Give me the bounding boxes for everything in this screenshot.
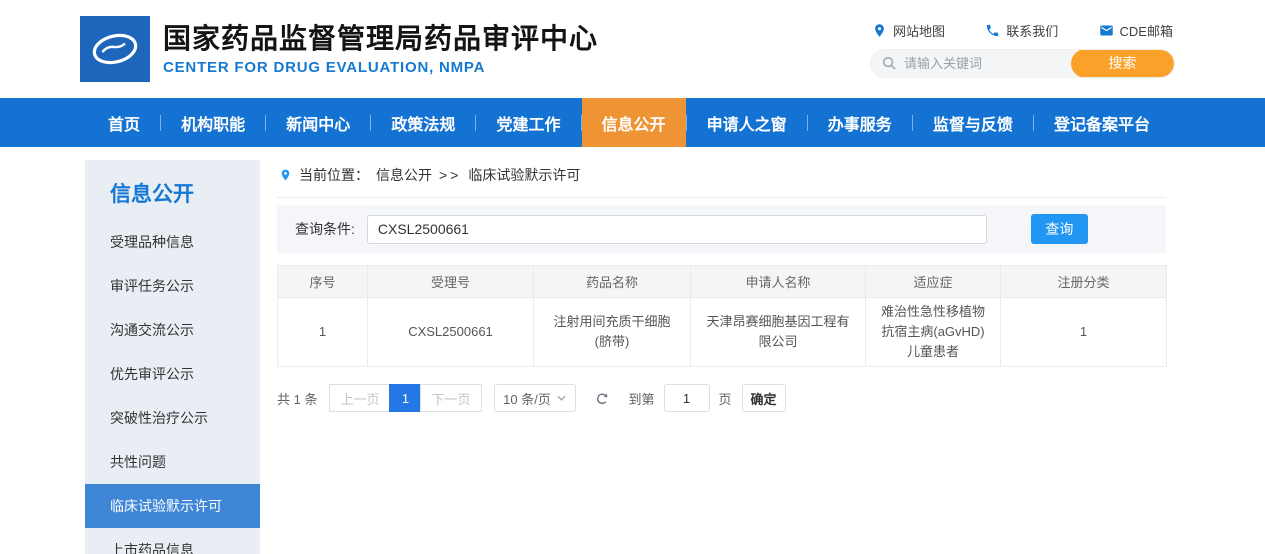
mail-icon [1099,23,1114,38]
goto-page-input[interactable] [664,384,710,412]
refresh-button[interactable] [594,390,611,407]
goto-page-label: 到第 [629,389,655,408]
breadcrumb: 当前位置： 信息公开 >> 临床试验默示许可 [277,160,1166,198]
sidebar-item-priority-review[interactable]: 优先审评公示 [85,352,260,396]
sidebar-item-breakthrough-therapy[interactable]: 突破性治疗公示 [85,396,260,440]
nav-item-functions[interactable]: 机构职能 [161,98,265,147]
sidebar-item-communication[interactable]: 沟通交流公示 [85,308,260,352]
query-bar: 查询条件: 查询 [277,205,1166,253]
site-header: 国家药品监督管理局药品审评中心 CENTER FOR DRUG EVALUATI… [0,0,1265,98]
pagination-group: 上一页 1 下一页 [329,384,481,412]
results-table: 序号 受理号 药品名称 申请人名称 适应症 注册分类 1 CXSL2500661… [277,265,1167,367]
col-header-drug-name: 药品名称 [534,266,691,298]
nav-item-services[interactable]: 办事服务 [808,98,912,147]
goto-page-suffix: 页 [719,389,732,408]
site-search-button[interactable]: 搜索 [1071,49,1174,78]
site-title: 国家药品监督管理局药品审评中心 [163,22,598,56]
page-size-value: 10 条/页 [503,389,551,408]
sidebar-item-marketed-drugs[interactable]: 上市药品信息 [85,528,260,554]
nav-item-supervision-feedback[interactable]: 监督与反馈 [913,98,1033,147]
cell-registration-class: 1 [1001,298,1167,367]
quick-links: 网站地图 联系我们 CDE邮箱 [870,21,1175,40]
brand: 国家药品监督管理局药品审评中心 CENTER FOR DRUG EVALUATI… [80,16,598,82]
site-subtitle: CENTER FOR DRUG EVALUATION, NMPA [163,59,598,76]
sidebar-title: 信息公开 [85,178,260,208]
breadcrumb-current: 临床试验默示许可 [468,165,580,185]
query-input[interactable] [367,215,987,244]
chevron-down-icon [557,395,566,401]
col-header-acceptance-no: 受理号 [368,266,534,298]
nav-item-applicant-window[interactable]: 申请人之窗 [687,98,807,147]
cde-mail-link[interactable]: CDE邮箱 [1099,21,1173,40]
breadcrumb-section[interactable]: 信息公开 [376,165,432,185]
col-header-indication: 适应症 [866,266,1001,298]
goto-confirm-button[interactable]: 确定 [742,384,786,412]
site-search-input[interactable] [896,56,1071,71]
search-icon [882,56,896,70]
contact-label: 联系我们 [1006,21,1058,40]
header-right: 网站地图 联系我们 CDE邮箱 搜索 [870,21,1175,78]
location-pin-icon [872,23,887,38]
cell-seq: 1 [278,298,368,367]
col-header-registration-class: 注册分类 [1001,266,1167,298]
table-header-row: 序号 受理号 药品名称 申请人名称 适应症 注册分类 [278,266,1167,298]
breadcrumb-separator: >> [439,167,461,183]
pagination: 共 1 条 上一页 1 下一页 10 条/页 到第 页 [277,384,1166,412]
content: 信息公开 受理品种信息 审评任务公示 沟通交流公示 优先审评公示 突破性治疗公示… [0,160,1265,554]
col-header-applicant: 申请人名称 [691,266,866,298]
breadcrumb-prefix: 当前位置： [299,165,369,185]
sidebar-item-common-issues[interactable]: 共性问题 [85,440,260,484]
cde-logo-icon [80,16,150,82]
query-button[interactable]: 查询 [1031,214,1088,244]
sidebar-item-accepted-products[interactable]: 受理品种信息 [85,220,260,264]
pagination-total: 共 1 条 [277,389,317,408]
nav-item-registration-platform[interactable]: 登记备案平台 [1034,98,1170,147]
nav-item-party-building[interactable]: 党建工作 [476,98,580,147]
sitemap-link[interactable]: 网站地图 [872,21,945,40]
page-size-select[interactable]: 10 条/页 [494,384,576,412]
nav-item-policies[interactable]: 政策法规 [371,98,475,147]
sidebar: 信息公开 受理品种信息 审评任务公示 沟通交流公示 优先审评公示 突破性治疗公示… [85,160,260,554]
cell-acceptance-no: CXSL2500661 [368,298,534,367]
main-panel: 当前位置： 信息公开 >> 临床试验默示许可 查询条件: 查询 序号 受理 [277,160,1166,412]
sidebar-item-review-tasks[interactable]: 审评任务公示 [85,264,260,308]
phone-icon [985,23,1000,38]
page: 国家药品监督管理局药品审评中心 CENTER FOR DRUG EVALUATI… [0,0,1265,554]
sidebar-item-clinical-trial-implied-license[interactable]: 临床试验默示许可 [85,484,260,528]
cell-applicant: 天津昂赛细胞基因工程有限公司 [691,298,866,367]
brand-text: 国家药品监督管理局药品审评中心 CENTER FOR DRUG EVALUATI… [163,22,598,77]
cell-drug-name: 注射用间充质干细胞(脐带) [534,298,691,367]
sitemap-label: 网站地图 [893,21,945,40]
contact-link[interactable]: 联系我们 [985,21,1058,40]
cde-mail-label: CDE邮箱 [1120,21,1173,40]
refresh-icon [594,390,611,407]
location-pin-icon [279,167,292,183]
next-page-button[interactable]: 下一页 [420,384,481,412]
page-1-button[interactable]: 1 [389,384,421,412]
table-row: 1 CXSL2500661 注射用间充质干细胞(脐带) 天津昂赛细胞基因工程有限… [278,298,1167,367]
prev-page-button[interactable]: 上一页 [329,384,390,412]
nav-item-home[interactable]: 首页 [88,98,160,147]
main-nav: 首页 机构职能 新闻中心 政策法规 党建工作 信息公开 申请人之窗 办事服务 监… [0,98,1265,147]
nav-item-info-disclosure[interactable]: 信息公开 [582,98,686,147]
query-label: 查询条件: [295,219,355,239]
site-search: 搜索 [870,49,1175,78]
nav-item-news[interactable]: 新闻中心 [266,98,370,147]
col-header-seq: 序号 [278,266,368,298]
cell-indication: 难治性急性移植物抗宿主病(aGvHD)儿童患者 [866,298,1001,367]
